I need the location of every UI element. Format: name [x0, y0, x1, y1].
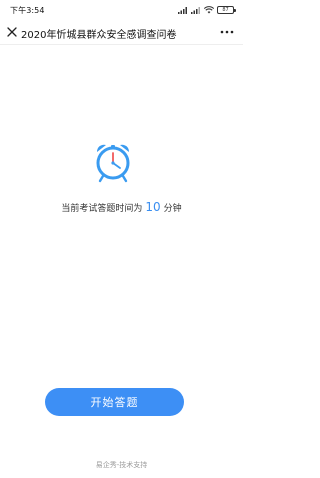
status-bar: 下午3:54 87: [0, 0, 243, 22]
nav-bar: 2020年忻城县群众安全感调查问卷: [0, 22, 243, 44]
battery-level: 87: [222, 7, 229, 13]
start-answering-button[interactable]: 开始答题: [45, 388, 184, 416]
duration-value: 10: [145, 200, 161, 214]
battery-icon: 87: [217, 6, 236, 14]
close-icon[interactable]: [6, 26, 18, 38]
duration-unit: 分钟: [163, 204, 182, 214]
exam-duration-text: 当前考试答题时间为 10 分钟: [0, 200, 243, 214]
duration-prefix: 当前考试答题时间为: [61, 204, 143, 214]
status-icons: 87: [178, 5, 236, 15]
status-time: 下午3:54: [10, 6, 45, 15]
alarm-clock-icon: [96, 144, 130, 183]
footer-credit: 易企秀-技术支持: [95, 461, 148, 469]
signal-icon: [191, 7, 200, 14]
page-title: 2020年忻城县群众安全感调查问卷: [21, 30, 177, 41]
page: 下午3:54 87 2020年忻城县群众安全感调查问卷 当前考试答题时间为 10…: [0, 0, 243, 478]
signal-icon: [178, 7, 187, 14]
more-icon[interactable]: [219, 26, 235, 38]
nav-divider: [0, 44, 243, 45]
wifi-icon: [204, 6, 214, 14]
